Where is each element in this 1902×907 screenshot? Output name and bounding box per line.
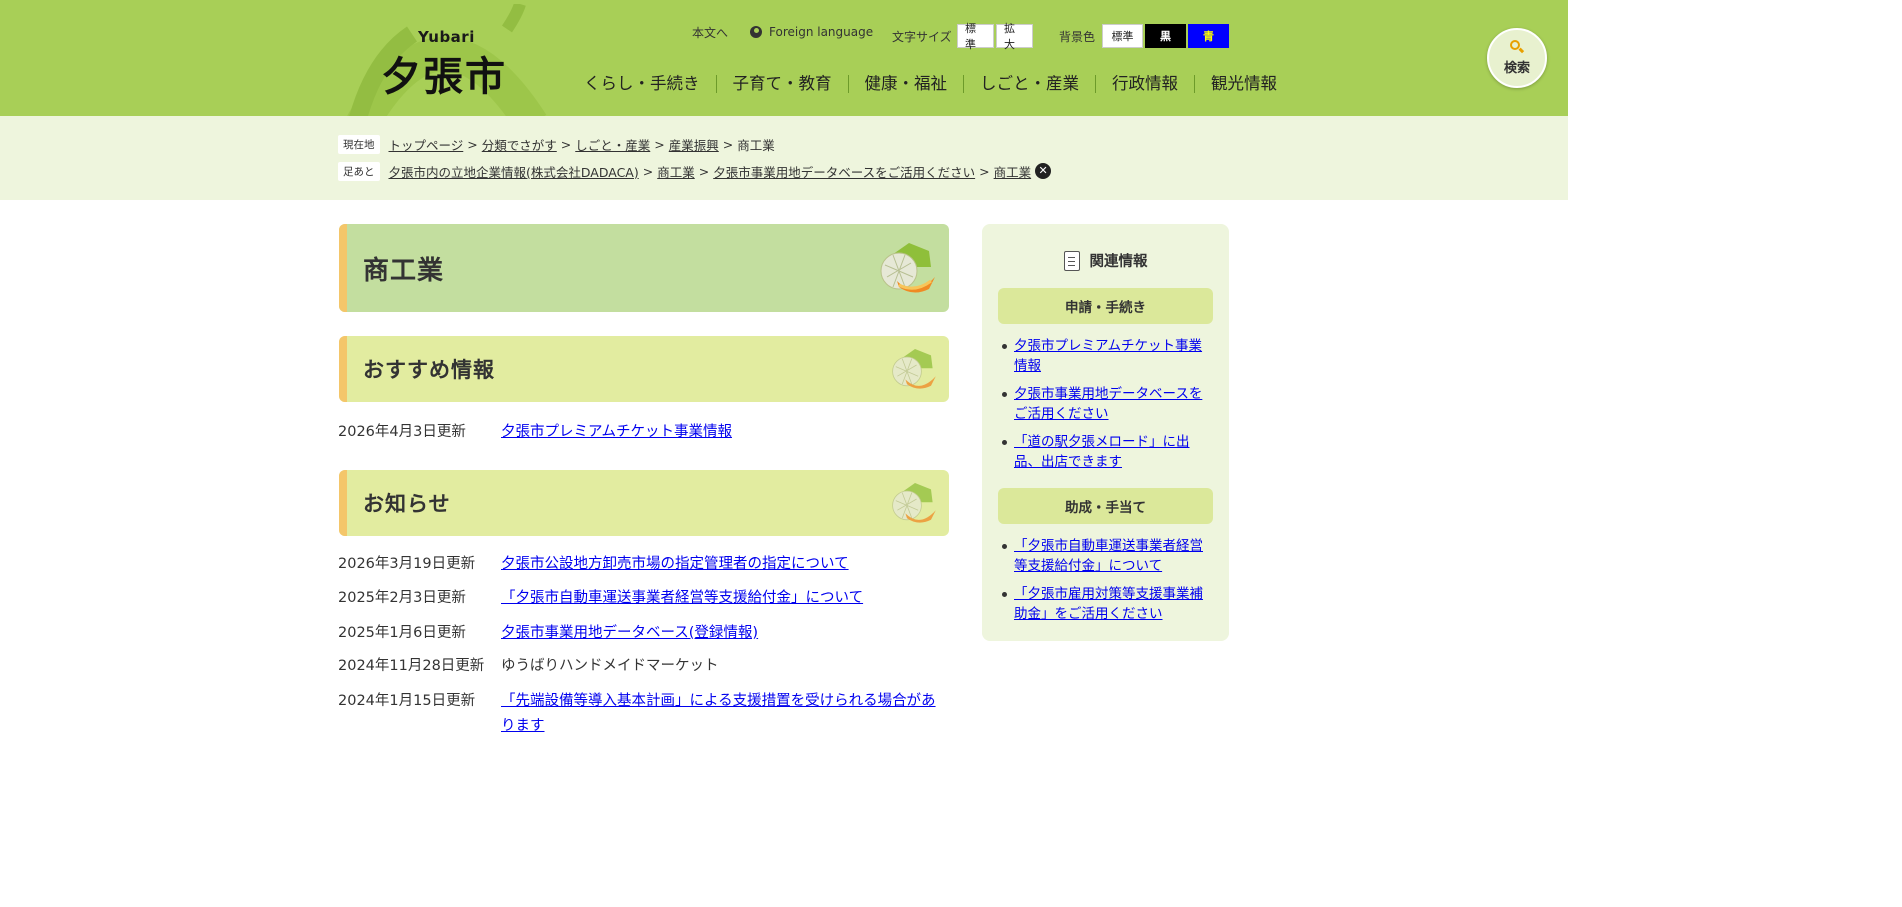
update-date: 2024年1月15日更新 <box>338 693 476 709</box>
list-item: 2025年2月3日更新 「夕張市自動車運送事業者経営等支援給付金」について <box>338 586 941 611</box>
breadcrumb-current-tag: 現在地 <box>338 134 380 154</box>
news-link[interactable]: 夕張市公設地方卸売市場の指定管理者の指定について <box>501 556 849 572</box>
sidebar-link[interactable]: 「道の駅夕張メロード」に出品、出店できます <box>1014 434 1190 470</box>
breadcrumb-link[interactable]: 分類でさがす <box>482 135 557 154</box>
list-item: 2026年4月3日更新 夕張市プレミアムチケット事業情報 <box>338 420 941 445</box>
sidebar-list: 「夕張市自動車運送事業者経営等支援給付金」について 「夕張市雇用対策等支援事業補… <box>998 536 1213 632</box>
breadcrumb: 現在地 トップページ > 分類でさがす > しごと・産業 > 産業振興 > 商工… <box>338 134 775 154</box>
recommend-heading: おすすめ情報 <box>363 358 495 382</box>
breadcrumb-separator: > <box>654 136 665 152</box>
breadcrumb-link[interactable]: 産業振興 <box>669 135 719 154</box>
update-date: 2026年4月3日更新 <box>338 424 466 440</box>
accent-bar <box>339 470 347 536</box>
globe-icon <box>750 26 762 38</box>
search-label: 検索 <box>1503 61 1530 76</box>
list-item: 2026年3月19日更新 夕張市公設地方卸売市場の指定管理者の指定について <box>338 552 941 577</box>
page-title-box: 商工業 <box>339 224 949 312</box>
list-item: 「道の駅夕張メロード」に出品、出店できます <box>998 432 1213 472</box>
breadcrumb-band <box>0 116 1568 200</box>
list-item: 2024年11月28日更新 ゆうばりハンドメイドマーケット <box>338 654 941 679</box>
update-date: 2026年3月19日更新 <box>338 556 476 572</box>
melon-icon <box>880 243 935 293</box>
nav-item-health[interactable]: 健康・福祉 <box>847 75 964 93</box>
recommend-heading-box: おすすめ情報 <box>339 336 949 402</box>
melon-icon <box>892 483 936 523</box>
accent-bar <box>339 336 347 402</box>
update-date: 2025年1月6日更新 <box>338 625 466 641</box>
search-button[interactable]: 検索 <box>1487 28 1547 88</box>
sidebar-header: 関連情報 <box>982 250 1229 271</box>
bg-blue-button[interactable]: 青 <box>1188 24 1229 48</box>
related-info-sidebar: 関連情報 申請・手続き 夕張市プレミアムチケット事業情報 夕張市事業用地データベ… <box>982 224 1229 641</box>
skip-to-content-link[interactable]: 本文へ <box>692 22 728 42</box>
sidebar-title: 関連情報 <box>1089 254 1148 270</box>
breadcrumb-current-page: 商工業 <box>737 137 775 153</box>
sidebar-link[interactable]: 夕張市プレミアムチケット事業情報 <box>1014 338 1202 374</box>
news-heading-box: お知らせ <box>339 470 949 536</box>
history-tag: 足あと <box>338 161 380 181</box>
sidebar-category-procedures: 申請・手続き <box>998 288 1213 324</box>
nav-item-childcare[interactable]: 子育て・教育 <box>715 75 848 93</box>
history-link[interactable]: 商工業 <box>994 162 1032 181</box>
foreign-language-link[interactable]: Foreign language <box>750 22 873 42</box>
update-date: 2025年2月3日更新 <box>338 590 466 606</box>
document-icon <box>1063 250 1080 271</box>
list-item: 夕張市事業用地データベースをご活用ください <box>998 384 1213 424</box>
sidebar-link[interactable]: 「夕張市雇用対策等支援事業補助金」をご活用ください <box>1014 586 1203 622</box>
list-item: 2025年1月6日更新 夕張市事業用地データベース(登録情報) <box>338 621 941 646</box>
history-separator: > <box>642 163 654 179</box>
clear-history-icon[interactable]: ✕ <box>1035 163 1052 179</box>
list-item: 夕張市プレミアムチケット事業情報 <box>998 336 1213 376</box>
history-link[interactable]: 商工業 <box>657 162 695 181</box>
news-title-text: ゆうばりハンドメイドマーケット <box>501 658 719 674</box>
font-size-large-button[interactable]: 拡大 <box>996 22 1033 51</box>
font-size-standard-button[interactable]: 標準 <box>957 22 994 51</box>
accent-bar <box>339 224 347 312</box>
history-separator: > <box>979 163 990 179</box>
page-title: 商工業 <box>363 255 445 286</box>
breadcrumb-link[interactable]: トップページ <box>389 135 464 154</box>
list-item: 「夕張市自動車運送事業者経営等支援給付金」について <box>998 536 1213 576</box>
logo-japanese[interactable]: 夕張市 <box>381 44 507 102</box>
news-link[interactable]: 「夕張市自動車運送事業者経営等支援給付金」について <box>501 590 863 606</box>
history-link[interactable]: 夕張市事業用地データベースをご活用ください <box>713 162 975 181</box>
global-nav: くらし・手続き 子育て・教育 健康・福祉 しごと・産業 行政情報 観光情報 <box>584 70 1277 98</box>
breadcrumb-separator: > <box>467 136 478 152</box>
update-date: 2024年11月28日更新 <box>338 658 485 674</box>
bg-black-button[interactable]: 黒 <box>1145 24 1186 48</box>
breadcrumb-separator: > <box>560 136 572 152</box>
news-link[interactable]: 夕張市プレミアムチケット事業情報 <box>501 424 732 440</box>
news-link[interactable]: 夕張市事業用地データベース(登録情報) <box>501 625 758 641</box>
sidebar-category-subsidies: 助成・手当て <box>998 488 1213 524</box>
breadcrumb-link[interactable]: しごと・産業 <box>575 135 650 154</box>
history-trail: 足あと 夕張市内の立地企業情報(株式会社DADACA) > 商工業 > 夕張市事… <box>338 161 1052 181</box>
nav-item-administration[interactable]: 行政情報 <box>1095 75 1194 93</box>
list-item: 2024年1月15日更新 「先端設備等導入基本計画」による支援措置を受けられる場… <box>338 689 941 739</box>
bg-color-label: 背景色 <box>1059 29 1096 44</box>
history-link[interactable]: 夕張市内の立地企業情報(株式会社DADACA) <box>389 162 639 181</box>
melon-icon <box>892 349 936 389</box>
bg-standard-button[interactable]: 標準 <box>1102 24 1143 48</box>
nav-item-business[interactable]: しごと・産業 <box>963 75 1095 93</box>
foreign-language-label: Foreign language <box>769 25 874 39</box>
font-size-label: 文字サイズ <box>892 29 952 44</box>
sidebar-link[interactable]: 「夕張市自動車運送事業者経営等支援給付金」について <box>1014 538 1203 574</box>
sidebar-list: 夕張市プレミアムチケット事業情報 夕張市事業用地データベースをご活用ください 「… <box>998 336 1213 480</box>
list-item: 「夕張市雇用対策等支援事業補助金」をご活用ください <box>998 584 1213 624</box>
breadcrumb-separator: > <box>722 136 734 152</box>
search-icon <box>1510 40 1525 54</box>
news-heading: お知らせ <box>363 492 451 516</box>
sidebar-link[interactable]: 夕張市事業用地データベースをご活用ください <box>1014 386 1202 422</box>
site-header: Yubari 夕張市 本文へ Foreign language 文字サイズ 標準… <box>0 0 1568 116</box>
news-link[interactable]: 「先端設備等導入基本計画」による支援措置を受けられる場合があります <box>501 693 936 734</box>
nav-item-tourism[interactable]: 観光情報 <box>1194 75 1277 93</box>
nav-item-life[interactable]: くらし・手続き <box>584 75 716 93</box>
history-separator: > <box>698 163 710 179</box>
